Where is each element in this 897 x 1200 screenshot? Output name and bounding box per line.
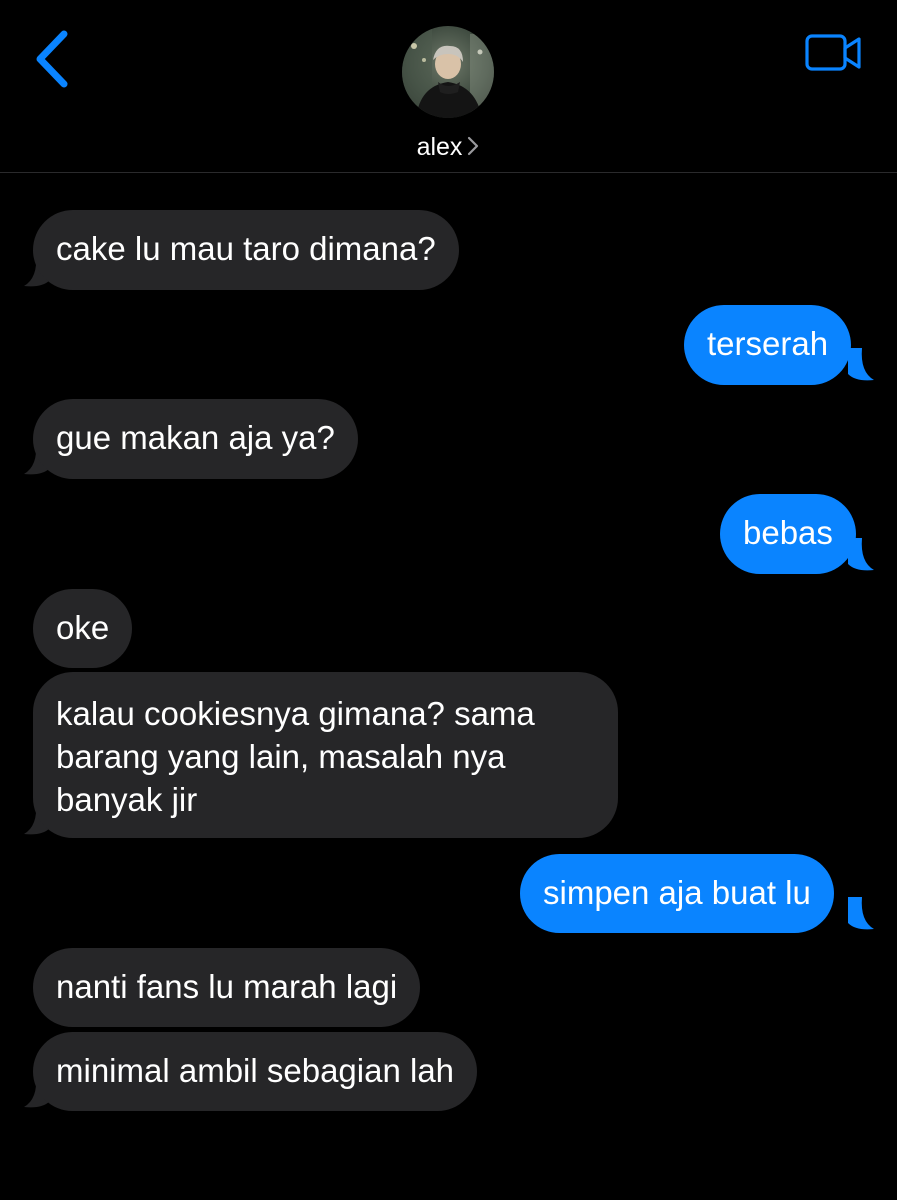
message-text: cake lu mau taro dimana? xyxy=(56,230,436,267)
incoming-message[interactable]: kalau cookiesnya gimana? sama barang yan… xyxy=(33,672,618,838)
message-text: terserah xyxy=(707,325,829,362)
contact-name: alex xyxy=(416,133,463,161)
incoming-message[interactable]: minimal ambil sebagian lah xyxy=(33,1032,478,1111)
incoming-message[interactable]: cake lu mau taro dimana? xyxy=(33,210,459,290)
contact-avatar[interactable] xyxy=(402,26,494,118)
outgoing-message[interactable]: bebas xyxy=(720,494,856,574)
video-call-button[interactable] xyxy=(804,32,864,74)
message-text: minimal ambil sebagian lah xyxy=(56,1052,455,1089)
video-camera-icon xyxy=(805,34,861,71)
contact-name-button[interactable]: alex xyxy=(0,130,897,164)
message-text-line: kalau cookiesnya gimana? sama xyxy=(56,695,535,732)
back-button[interactable] xyxy=(30,28,80,92)
incoming-message[interactable]: nanti fans lu marah lagi xyxy=(33,948,421,1027)
chevron-right-icon xyxy=(468,137,479,156)
message-text-line: barang yang lain, masalah nya xyxy=(56,738,506,775)
message-text: nanti fans lu marah lagi xyxy=(56,968,398,1005)
message-text-line: banyak jir xyxy=(56,781,198,818)
outgoing-message[interactable]: simpen aja buat lu xyxy=(520,854,834,933)
avatar-photo xyxy=(402,26,494,118)
message-text: bebas xyxy=(743,514,833,551)
outgoing-bubble-tail xyxy=(848,897,874,930)
chevron-left-icon xyxy=(36,30,68,88)
incoming-message[interactable]: oke xyxy=(33,589,133,668)
conversation-header: alex xyxy=(0,0,897,173)
message-text: oke xyxy=(56,609,110,646)
outgoing-bubble-tail xyxy=(848,348,874,381)
incoming-message[interactable]: gue makan aja ya? xyxy=(33,399,358,479)
message-text: simpen aja buat lu xyxy=(543,874,811,911)
message-text: gue makan aja ya? xyxy=(56,419,335,456)
outgoing-message[interactable]: terserah xyxy=(684,305,852,385)
